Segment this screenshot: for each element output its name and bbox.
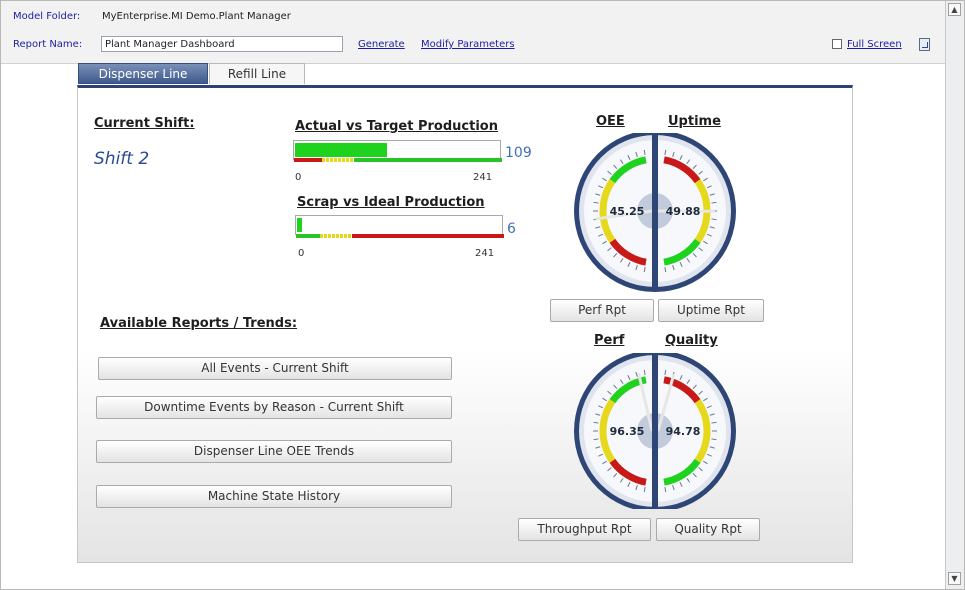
generate-link[interactable]: Generate xyxy=(358,39,405,50)
current-shift-value: Shift 2 xyxy=(94,149,150,169)
downtime-events-button[interactable]: Downtime Events by Reason - Current Shif… xyxy=(96,396,452,419)
production-value: 109 xyxy=(505,145,532,161)
available-reports-title: Available Reports / Trends: xyxy=(100,316,298,331)
gauge-divider xyxy=(652,353,658,509)
oee-gauge-value: 45.25 xyxy=(610,205,645,218)
quality-gauge-tick xyxy=(711,438,717,441)
uptime-gauge-tick xyxy=(711,201,717,204)
throughput-rpt-button[interactable]: Throughput Rpt xyxy=(518,518,651,541)
quality-gauge-title: Quality xyxy=(665,333,718,348)
scrap-title: Scrap vs Ideal Production xyxy=(297,195,485,210)
perf-gauge-tick xyxy=(593,438,599,441)
machine-state-history-button[interactable]: Machine State History xyxy=(96,485,452,508)
production-bar-fill xyxy=(295,143,387,157)
oee-trends-button[interactable]: Dispenser Line OEE Trends xyxy=(96,440,452,463)
quality-gauge-value: 94.78 xyxy=(666,425,701,438)
perf-gauge-value: 96.35 xyxy=(610,425,645,438)
perf-gauge-title: Perf xyxy=(594,333,625,348)
scroll-up-icon[interactable]: ▲ xyxy=(948,3,961,16)
full-screen-checkbox[interactable] xyxy=(832,39,842,49)
scrap-min-label: 0 xyxy=(298,248,305,259)
perf-gauge-tick xyxy=(593,421,599,424)
perf-rpt-button[interactable]: Perf Rpt xyxy=(550,299,654,322)
tab-refill-line[interactable]: Refill Line xyxy=(209,63,305,84)
uptime-rpt-button[interactable]: Uptime Rpt xyxy=(658,299,764,322)
production-title: Actual vs Target Production xyxy=(295,119,498,134)
gauge-divider xyxy=(652,133,658,291)
scrap-value: 6 xyxy=(507,221,516,237)
quality-gauge-tick xyxy=(711,421,717,424)
uptime-gauge-value: 49.88 xyxy=(666,205,701,218)
production-bar xyxy=(293,140,501,160)
full-screen-link[interactable]: Full Screen xyxy=(847,39,902,50)
modify-parameters-link[interactable]: Modify Parameters xyxy=(421,39,515,50)
uptime-gauge-tick xyxy=(711,218,717,221)
tab-dispenser-line[interactable]: Dispenser Line xyxy=(78,63,208,84)
export-icon[interactable] xyxy=(919,38,930,51)
report-name-label: Report Name: xyxy=(13,39,83,50)
all-events-button[interactable]: All Events - Current Shift xyxy=(98,357,452,380)
scrap-scale xyxy=(296,234,504,238)
production-max-label: 241 xyxy=(473,172,493,183)
scrap-bar-fill xyxy=(297,218,302,232)
model-folder-value: MyEnterprise.MI Demo.Plant Manager xyxy=(102,11,291,22)
oee-gauge-tick xyxy=(593,201,599,204)
current-shift-title: Current Shift: xyxy=(94,116,195,131)
uptime-gauge-title: Uptime xyxy=(668,114,721,129)
production-scale xyxy=(294,158,502,162)
model-folder-label: Model Folder: xyxy=(13,11,81,22)
oee-gauge-title: OEE xyxy=(596,114,625,129)
report-header: Model Folder: MyEnterprise.MI Demo.Plant… xyxy=(1,1,945,64)
scrap-bar xyxy=(295,215,503,235)
production-min-label: 0 xyxy=(295,172,302,183)
scrap-max-label: 241 xyxy=(475,248,495,259)
oee-uptime-gauge: 45.25 49.88 xyxy=(574,133,736,292)
report-window: Model Folder: MyEnterprise.MI Demo.Plant… xyxy=(0,0,965,590)
scroll-down-icon[interactable]: ▼ xyxy=(948,572,961,585)
perf-quality-gauge: 96.35 94.78 xyxy=(574,353,736,509)
report-name-field[interactable]: Plant Manager Dashboard xyxy=(101,36,343,52)
vertical-scrollbar[interactable]: ▲ ▼ xyxy=(945,1,964,589)
quality-rpt-button[interactable]: Quality Rpt xyxy=(656,518,760,541)
